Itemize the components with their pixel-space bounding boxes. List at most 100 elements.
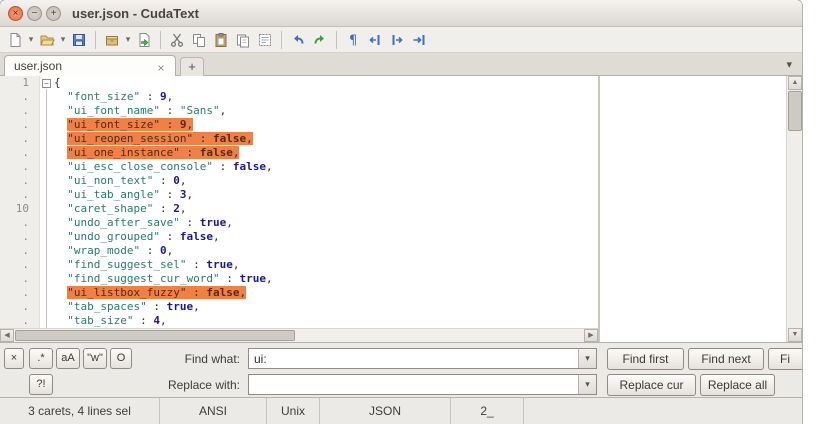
replace-cur-button[interactable]: Replace cur	[607, 374, 696, 396]
code-area[interactable]: { "font_size" : 9, "ui_font_name" : "San…	[54, 76, 598, 328]
find-first-button[interactable]: Find first	[607, 348, 684, 370]
confirm-replace-toggle[interactable]: ?!	[29, 374, 53, 395]
unindent-icon[interactable]	[364, 29, 386, 51]
new-tab-button[interactable]: +	[180, 57, 204, 76]
line-number[interactable]: .	[0, 90, 39, 104]
window-minimize-button[interactable]: −	[27, 6, 42, 21]
window-close-button[interactable]: ×	[8, 6, 23, 21]
reload-file-icon[interactable]	[133, 29, 155, 51]
code-line[interactable]: "find_suggest_cur_word" : true,	[54, 272, 598, 286]
find-close-button[interactable]: ×	[4, 348, 24, 369]
fold-marker-icon[interactable]: −	[42, 79, 51, 88]
code-line[interactable]: "undo_after_save" : true,	[54, 216, 598, 230]
open-file-dropdown-icon[interactable]: ▾	[58, 34, 68, 45]
select-all-icon[interactable]	[254, 29, 276, 51]
window-title: user.json - CudaText	[72, 6, 199, 21]
code-line[interactable]: "font_size" : 9,	[54, 90, 598, 104]
vertical-scrollbar[interactable]: ▲ ▼	[786, 76, 802, 342]
whole-words-toggle[interactable]: "w"	[83, 348, 107, 369]
horizontal-scrollbar[interactable]: ◀ ▶	[0, 328, 598, 342]
package-icon[interactable]	[101, 29, 123, 51]
find-history-dropdown-icon[interactable]: ▾	[578, 349, 596, 368]
replace-history-dropdown-icon[interactable]: ▾	[578, 375, 596, 394]
new-file-dropdown-icon[interactable]: ▾	[26, 34, 36, 45]
duplicate-icon[interactable]	[232, 29, 254, 51]
line-number[interactable]: .	[0, 160, 39, 174]
scroll-down-icon[interactable]: ▼	[788, 328, 802, 342]
scroll-up-icon[interactable]: ▲	[788, 76, 802, 90]
code-line[interactable]: "ui_esc_close_console" : false,	[54, 160, 598, 174]
tab-user-json[interactable]: user.json ×	[4, 55, 176, 76]
replace-input[interactable]	[248, 374, 597, 395]
code-line[interactable]: "ui_one_instance" : false,	[54, 146, 598, 160]
line-number[interactable]: .	[0, 118, 39, 132]
vertical-scroll-thumb[interactable]	[788, 91, 802, 131]
line-number[interactable]: .	[0, 272, 39, 286]
line-number[interactable]: .	[0, 216, 39, 230]
code-line[interactable]: "wrap_mode" : 0,	[54, 244, 598, 258]
tab-close-icon[interactable]: ×	[154, 58, 168, 75]
tab-label: user.json	[14, 59, 63, 73]
line-number[interactable]: .	[0, 146, 39, 160]
horizontal-scroll-thumb[interactable]	[15, 330, 295, 341]
title-bar[interactable]: × − + user.json - CudaText	[0, 0, 802, 27]
code-line[interactable]: "find_suggest_sel" : true,	[54, 258, 598, 272]
scroll-right-icon[interactable]: ▶	[584, 329, 598, 342]
code-line[interactable]: "caret_shape" : 2,	[54, 202, 598, 216]
code-line[interactable]: {	[54, 76, 598, 90]
line-number[interactable]: 1	[0, 76, 39, 90]
statusbar-tab-info[interactable]: 2_	[451, 398, 524, 424]
code-line[interactable]: "tab_size" : 4,	[54, 314, 598, 328]
status-bar: 3 carets, 4 lines sel ANSI Unix JSON 2_	[0, 397, 802, 424]
redo-icon[interactable]	[309, 29, 331, 51]
line-number[interactable]: .	[0, 104, 39, 118]
nonprint-icon[interactable]: ¶	[342, 29, 364, 51]
line-number[interactable]: .	[0, 188, 39, 202]
paste-icon[interactable]	[210, 29, 232, 51]
copy-icon[interactable]	[188, 29, 210, 51]
editor-split-pane[interactable]	[600, 76, 786, 342]
line-number[interactable]: .	[0, 230, 39, 244]
tab-list-dropdown-icon[interactable]: ▾	[786, 58, 792, 71]
line-number[interactable]: .	[0, 174, 39, 188]
find-input[interactable]	[248, 348, 597, 369]
statusbar-selection-info[interactable]: 3 carets, 4 lines sel	[0, 398, 160, 424]
code-line[interactable]: "ui_font_name" : "Sans",	[54, 104, 598, 118]
line-number[interactable]: .	[0, 286, 39, 300]
line-number[interactable]: 10	[0, 202, 39, 216]
statusbar-lexer[interactable]: JSON	[320, 398, 451, 424]
wrapped-search-toggle[interactable]: O	[110, 348, 132, 369]
find-next-button[interactable]: Find next	[688, 348, 764, 370]
statusbar-line-endings[interactable]: Unix	[267, 398, 320, 424]
code-line[interactable]: "undo_grouped" : false,	[54, 230, 598, 244]
code-line[interactable]: "ui_listbox_fuzzy" : false,	[54, 286, 598, 300]
code-line[interactable]: "ui_font_size" : 9,	[54, 118, 598, 132]
undo-icon[interactable]	[287, 29, 309, 51]
line-number[interactable]: .	[0, 300, 39, 314]
code-line[interactable]: "ui_tab_angle" : 3,	[54, 188, 598, 202]
window-maximize-button[interactable]: +	[46, 6, 61, 21]
save-icon[interactable]	[68, 29, 90, 51]
find-all-button[interactable]: Fi	[768, 348, 802, 370]
new-file-icon[interactable]	[4, 29, 26, 51]
editor: 1........ 10........ − { "font_size" : 9,…	[0, 76, 802, 342]
case-sensitive-toggle[interactable]: aA	[56, 348, 80, 369]
line-number[interactable]: .	[0, 258, 39, 272]
toolbar-separator	[160, 30, 161, 49]
line-number[interactable]: .	[0, 314, 39, 328]
cut-icon[interactable]	[166, 29, 188, 51]
scroll-left-icon[interactable]: ◀	[0, 329, 14, 342]
replace-all-button[interactable]: Replace all	[700, 374, 775, 396]
regex-toggle[interactable]: .*	[29, 348, 53, 369]
line-number-gutter[interactable]: 1........ 10........	[0, 76, 40, 328]
package-dropdown-icon[interactable]: ▾	[123, 34, 133, 45]
code-line[interactable]: "tab_spaces" : true,	[54, 300, 598, 314]
open-file-icon[interactable]	[36, 29, 58, 51]
statusbar-encoding[interactable]: ANSI	[160, 398, 267, 424]
line-number[interactable]: .	[0, 132, 39, 146]
goto-end-icon[interactable]	[408, 29, 430, 51]
code-line[interactable]: "ui_non_text" : 0,	[54, 174, 598, 188]
line-number[interactable]: .	[0, 244, 39, 258]
indent-icon[interactable]	[386, 29, 408, 51]
code-line[interactable]: "ui_reopen_session" : false,	[54, 132, 598, 146]
